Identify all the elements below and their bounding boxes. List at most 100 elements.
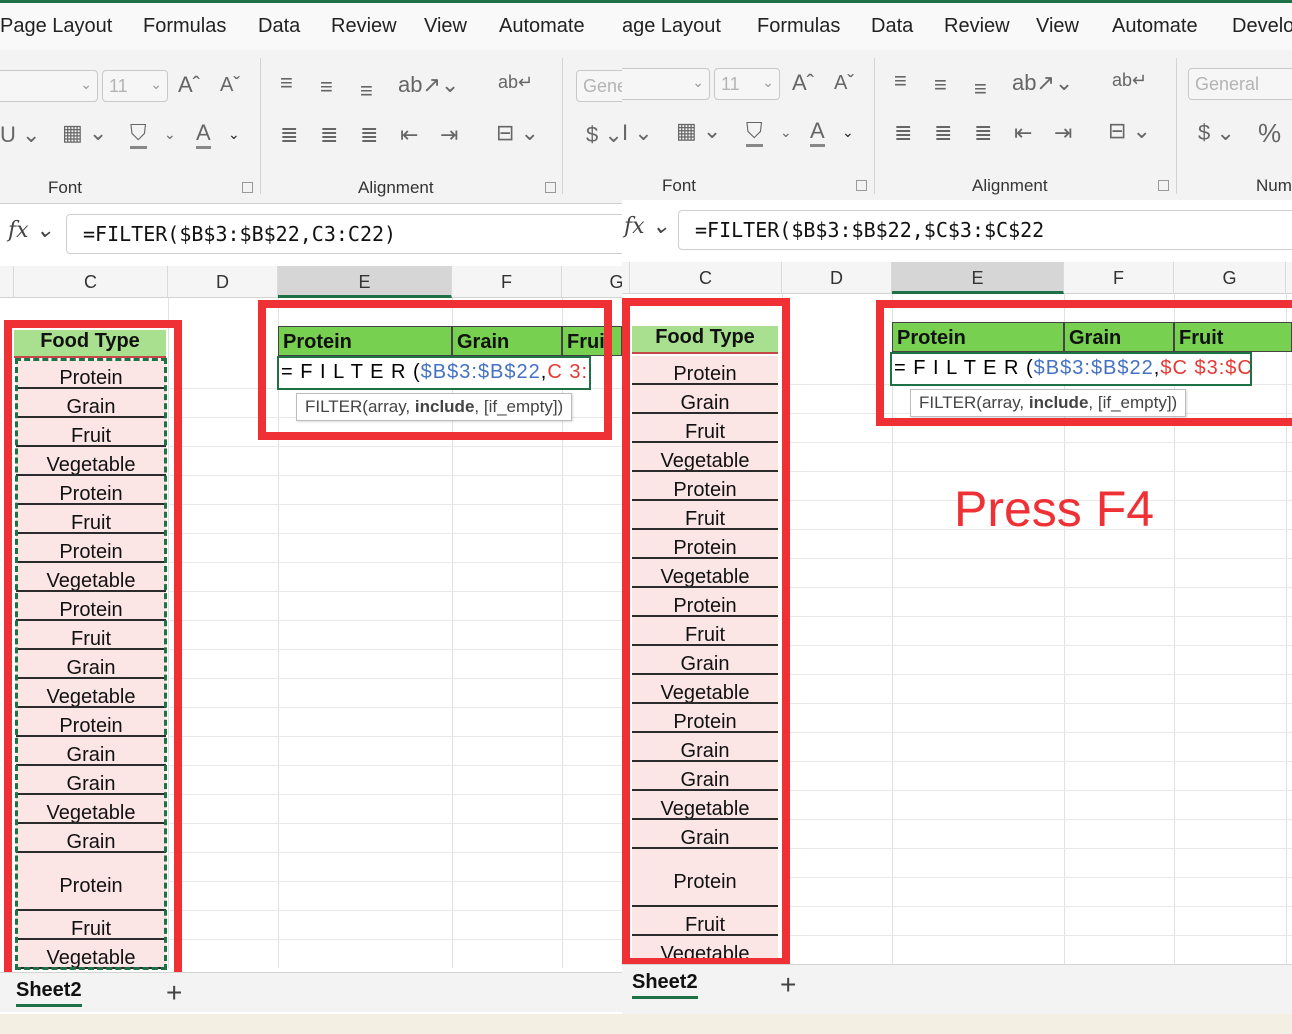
menu-automate[interactable]: Automate (499, 15, 585, 38)
font-family-dropdown[interactable]: ⌄ (0, 70, 98, 102)
font-launcher-icon[interactable] (242, 182, 253, 193)
number-format-dropdown[interactable]: Gene (576, 70, 622, 102)
fill-color-icon[interactable]: ⛉ (746, 118, 763, 147)
menu-formulas[interactable]: Formulas (143, 15, 226, 38)
decrease-font-icon[interactable]: Aˇ (220, 74, 240, 97)
align-right-icon[interactable]: ≣ (360, 122, 378, 148)
font-color-icon[interactable]: A (810, 118, 825, 147)
column-header-d[interactable]: D (782, 262, 892, 294)
menu-page-layout[interactable]: Page Layout (0, 15, 112, 38)
ribbon-separator (874, 58, 875, 194)
font-launcher-icon[interactable] (856, 180, 867, 191)
column-header-e[interactable]: E (892, 262, 1064, 294)
align-middle-icon[interactable]: ≡ (934, 72, 947, 98)
gridline (168, 620, 622, 621)
menu-developer[interactable]: Develo (1232, 15, 1292, 38)
column-header-c[interactable]: C (14, 266, 168, 298)
gridline (782, 935, 1292, 936)
add-sheet-button[interactable]: + (166, 977, 182, 1009)
column-header-g[interactable]: G (1174, 262, 1286, 294)
align-top-icon[interactable]: ≡ (280, 70, 293, 96)
align-center-icon[interactable]: ≣ (320, 122, 338, 148)
currency-icon[interactable]: $ ⌄ (1198, 120, 1235, 146)
merge-center-icon[interactable]: ⊟ ⌄ (496, 120, 539, 146)
gridline (782, 674, 1292, 675)
column-header-b[interactable] (622, 262, 630, 294)
align-left-icon[interactable]: ≣ (894, 120, 912, 146)
font-color-caret-icon[interactable]: ⌄ (842, 124, 854, 141)
gridline (168, 794, 622, 795)
decrease-indent-icon[interactable]: ⇤ (400, 122, 418, 148)
gridline (168, 562, 622, 563)
gridline (168, 591, 622, 592)
menu-formulas[interactable]: Formulas (757, 15, 840, 38)
menu-automate[interactable]: Automate (1112, 15, 1198, 38)
formula-input[interactable]: =FILTER($B$3:$B$22,$C$3:$C$22 (678, 210, 1292, 250)
gridline (782, 819, 1292, 820)
gridline (168, 910, 622, 911)
column-headers: C D E F G (622, 262, 1292, 294)
menu-view[interactable]: View (1036, 15, 1079, 38)
underline-icon[interactable]: U ⌄ (0, 122, 40, 148)
increase-font-icon[interactable]: Aˆ (792, 70, 814, 96)
increase-indent-icon[interactable]: ⇥ (440, 122, 458, 148)
menu-review[interactable]: Review (944, 15, 1010, 38)
gridline (782, 587, 1292, 588)
menu-data[interactable]: Data (258, 15, 300, 38)
group-label-number: Num (1256, 176, 1292, 195)
group-label-alignment: Alignment (972, 176, 1048, 195)
formula-input[interactable]: =FILTER($B$3:$B$22,C3:C22) (66, 214, 622, 254)
fill-color-caret-icon[interactable]: ⌄ (780, 124, 792, 141)
fill-color-caret-icon[interactable]: ⌄ (164, 126, 176, 143)
sheet-tab[interactable]: Sheet2 (632, 971, 698, 999)
orientation-icon[interactable]: ab↗⌄ (1012, 70, 1073, 96)
italic-icon[interactable]: I ⌄ (622, 120, 653, 146)
font-size-dropdown[interactable]: 11 ⌄ (714, 68, 780, 100)
currency-icon[interactable]: $ ⌄ (586, 122, 622, 148)
insert-function-icon[interactable]: fx ⌄ (624, 214, 670, 239)
column-header-c[interactable]: C (630, 262, 782, 294)
align-bottom-icon[interactable]: ≡ (360, 78, 373, 104)
column-header-f[interactable]: F (452, 266, 562, 298)
borders-icon[interactable]: ▦ ⌄ (62, 120, 107, 146)
column-header-e[interactable]: E (278, 266, 452, 298)
menu-review[interactable]: Review (331, 15, 397, 38)
column-header-f[interactable]: F (1064, 262, 1174, 294)
number-format-dropdown[interactable]: General (1188, 68, 1292, 100)
align-left-icon[interactable]: ≣ (280, 122, 298, 148)
menu-data[interactable]: Data (871, 15, 913, 38)
percent-icon[interactable]: % (1258, 118, 1281, 149)
column-header-d[interactable]: D (168, 266, 278, 298)
orientation-icon[interactable]: ab↗⌄ (398, 72, 459, 98)
alignment-launcher-icon[interactable] (545, 182, 556, 193)
add-sheet-button[interactable]: + (780, 969, 796, 1001)
decrease-indent-icon[interactable]: ⇤ (1014, 120, 1032, 146)
gridline (168, 475, 622, 476)
borders-icon[interactable]: ▦ ⌄ (676, 118, 721, 144)
align-bottom-icon[interactable]: ≡ (974, 76, 987, 102)
column-header-b[interactable] (0, 266, 14, 298)
increase-font-icon[interactable]: Aˆ (178, 72, 200, 98)
sheet-tab[interactable]: Sheet2 (16, 979, 82, 1007)
decrease-font-icon[interactable]: Aˇ (834, 72, 854, 95)
font-size-dropdown[interactable]: 11 ⌄ (102, 70, 168, 102)
font-color-icon[interactable]: A (196, 120, 211, 149)
alignment-launcher-icon[interactable] (1158, 180, 1169, 191)
font-color-caret-icon[interactable]: ⌄ (228, 126, 240, 143)
wrap-text-icon[interactable]: ab↵ (1112, 70, 1147, 91)
menu-view[interactable]: View (424, 15, 467, 38)
font-family-dropdown[interactable]: ⌄ (622, 68, 710, 100)
wrap-text-icon[interactable]: ab↵ (498, 72, 533, 93)
align-middle-icon[interactable]: ≡ (320, 74, 333, 100)
merge-center-icon[interactable]: ⊟ ⌄ (1108, 118, 1151, 144)
align-top-icon[interactable]: ≡ (894, 68, 907, 94)
column-header-g[interactable]: G (562, 266, 622, 298)
menu-page-layout[interactable]: age Layout (622, 15, 721, 38)
gridline (168, 446, 622, 447)
align-right-icon[interactable]: ≣ (974, 120, 992, 146)
align-center-icon[interactable]: ≣ (934, 120, 952, 146)
insert-function-icon[interactable]: fx ⌄ (8, 218, 54, 243)
fill-color-icon[interactable]: ⛉ (130, 120, 147, 149)
gridline (168, 736, 622, 737)
increase-indent-icon[interactable]: ⇥ (1054, 120, 1072, 146)
